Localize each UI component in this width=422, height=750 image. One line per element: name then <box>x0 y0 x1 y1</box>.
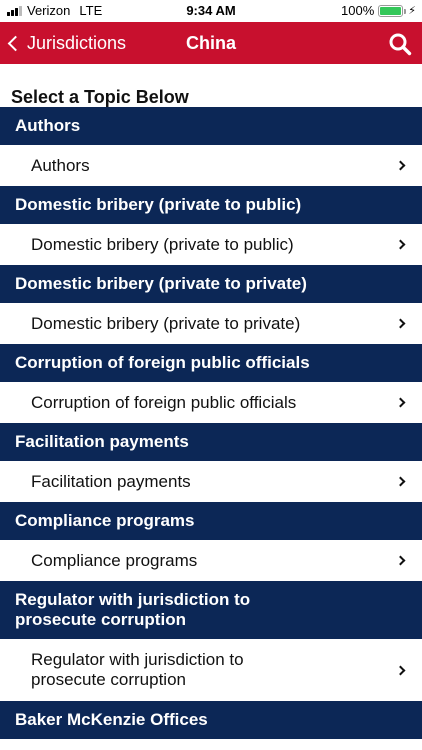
chevron-right-icon <box>395 397 406 408</box>
chevron-right-icon <box>395 555 406 566</box>
status-bar: Verizon LTE 9:34 AM 100% ⚡ <box>0 0 422 22</box>
battery-icon <box>378 4 407 17</box>
charging-icon: ⚡ <box>408 5 416 17</box>
chevron-right-icon <box>395 318 406 329</box>
topic-row-label: Facilitation payments <box>31 471 191 491</box>
topics-container: Authors Authors Domestic bribery (private … <box>0 107 422 739</box>
topic-row-label: Compliance programs <box>31 550 198 570</box>
topic-section-header: Facilitation payments <box>0 423 422 461</box>
chevron-right-icon <box>395 160 406 171</box>
navigation-bar: Jurisdictions China <box>0 22 422 64</box>
topic-list: Select a Topic Below Authors Authors Domes… <box>0 64 422 739</box>
topic-row[interactable]: Regulator with jurisdiction to prosecute… <box>0 639 422 701</box>
topic-row-label: Domestic bribery (private to public) <box>31 234 294 254</box>
topic-row[interactable]: Domestic bribery (private to public) <box>0 224 422 265</box>
battery-fill <box>380 6 402 15</box>
topic-row[interactable]: Domestic bribery (private to private) <box>0 303 422 344</box>
topic-row-label: Authors <box>31 155 90 175</box>
chevron-right-icon <box>395 239 406 250</box>
topic-row[interactable]: Corruption of foreign public officials <box>0 382 422 423</box>
back-button[interactable]: Jurisdictions <box>6 22 126 64</box>
topic-row-label: Corruption of foreign public officials <box>31 392 297 412</box>
topic-row[interactable]: Facilitation payments <box>0 461 422 502</box>
topic-section-header: Domestic bribery (private to public) <box>0 186 422 224</box>
chevron-right-icon <box>395 665 406 675</box>
topic-row[interactable]: Compliance programs <box>0 540 422 581</box>
status-right: 100% ⚡ <box>341 3 416 18</box>
search-icon[interactable] <box>388 32 412 56</box>
topic-row-label: Domestic bribery (private to private) <box>31 313 301 333</box>
chevron-left-icon <box>7 35 24 51</box>
topic-section-header: Baker McKenzie Offices <box>0 701 422 739</box>
section-heading: Select a Topic Below <box>11 87 189 107</box>
topic-row[interactable]: Authors <box>0 145 422 186</box>
topic-section-header: Authors <box>0 107 422 145</box>
topic-section-header: Compliance programs <box>0 502 422 540</box>
back-button-label: Jurisdictions <box>27 32 127 53</box>
topic-section-header: Regulator with jurisdiction to prosecute… <box>0 581 422 639</box>
battery-percent: 100% <box>341 3 375 18</box>
topic-section-header: Domestic bribery (private to private) <box>0 265 422 303</box>
chevron-right-icon <box>395 476 406 487</box>
topic-row-label: Regulator with jurisdiction to prosecute… <box>31 650 244 689</box>
topic-section-header: Corruption of foreign public officials <box>0 344 422 382</box>
